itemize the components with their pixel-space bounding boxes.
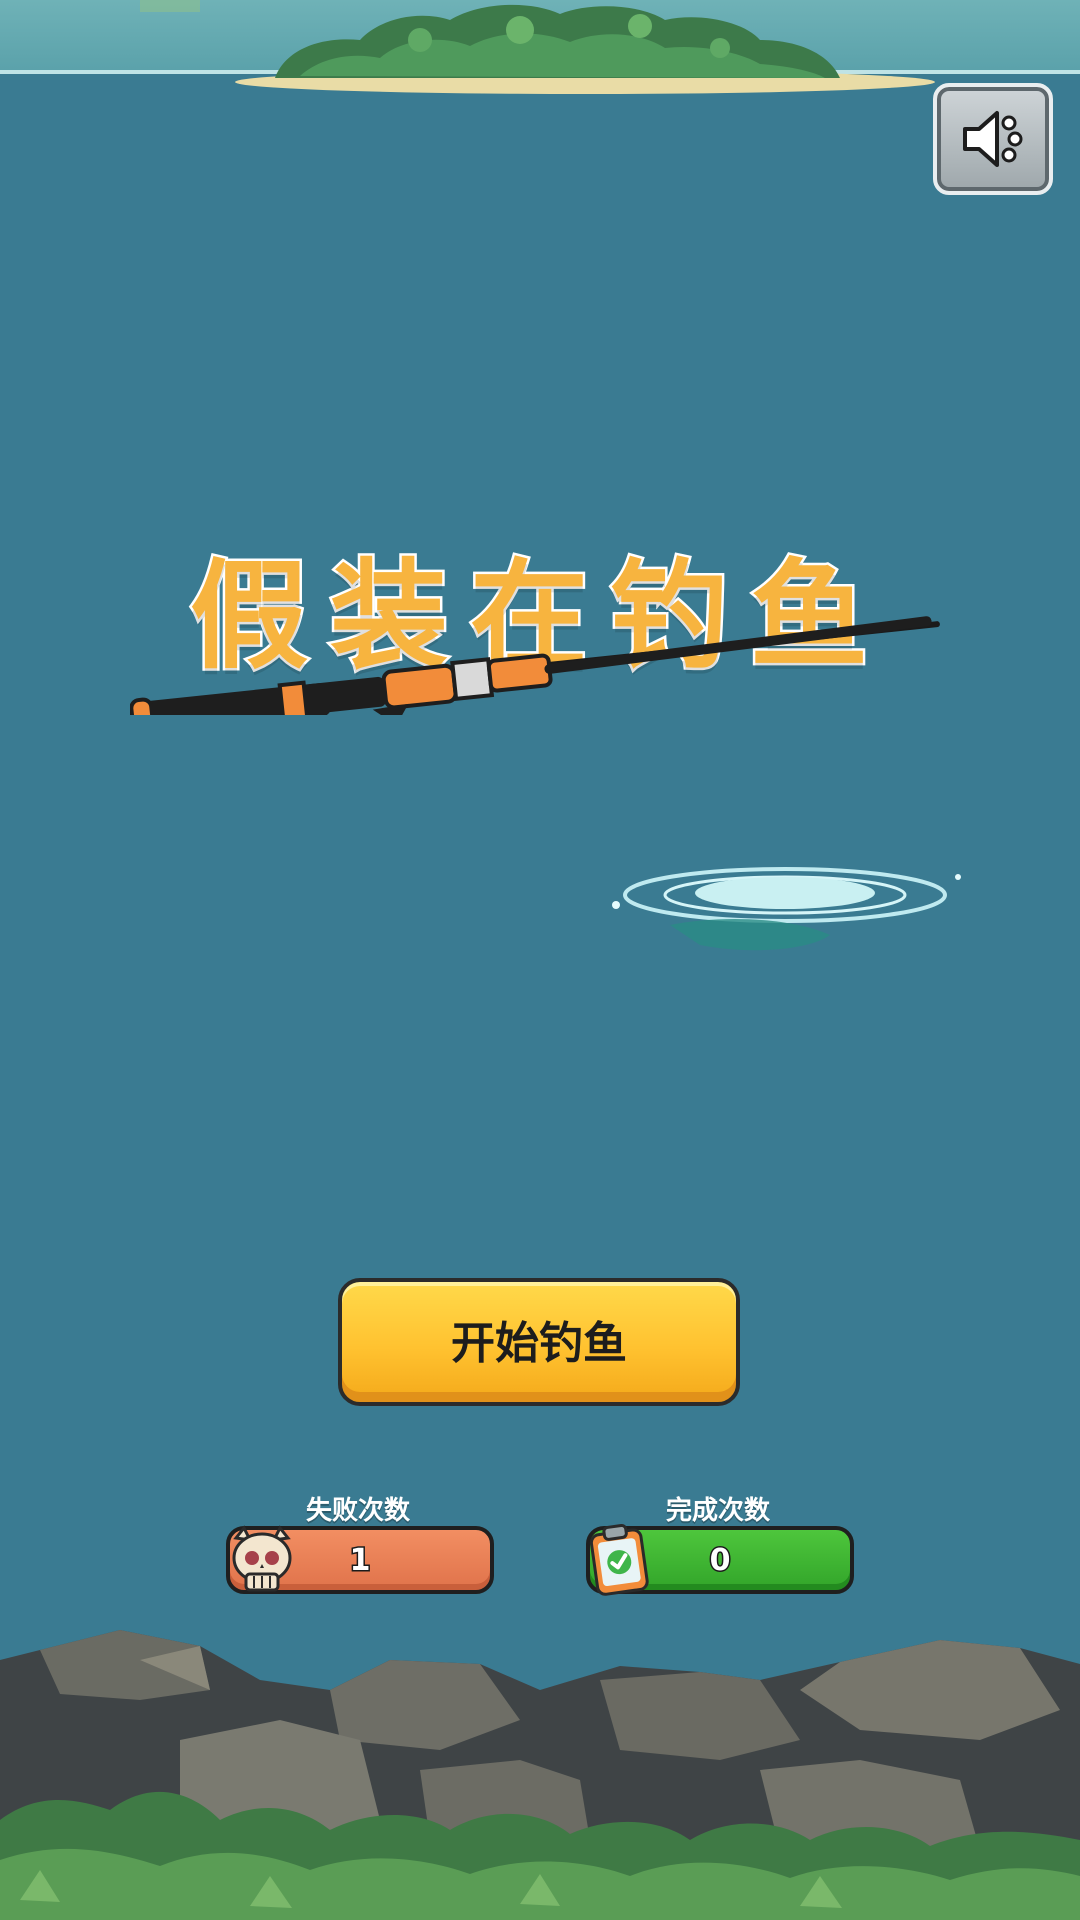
done-count-value: 0 <box>708 1541 732 1579</box>
skull-icon <box>232 1525 292 1592</box>
speaker-icon <box>963 111 1023 167</box>
done-count-bar: 0 <box>586 1523 854 1596</box>
game-stage: 假装在钓鱼 开始钓鱼 失败次数 1 完成次数 0 <box>0 0 1080 1920</box>
fail-count-bar: 1 <box>226 1525 494 1594</box>
fishing-rod-image <box>130 616 940 715</box>
start-fishing-button[interactable]: 开始钓鱼 <box>338 1278 740 1406</box>
start-fishing-label: 开始钓鱼 <box>451 1318 627 1369</box>
water-ripple-image <box>612 867 961 951</box>
island-image <box>140 0 935 94</box>
shore-rocks-image <box>0 1630 1080 1920</box>
fail-count-value: 1 <box>348 1541 372 1579</box>
clipboard-check-icon <box>589 1523 649 1596</box>
sound-toggle-button[interactable] <box>933 83 1053 195</box>
